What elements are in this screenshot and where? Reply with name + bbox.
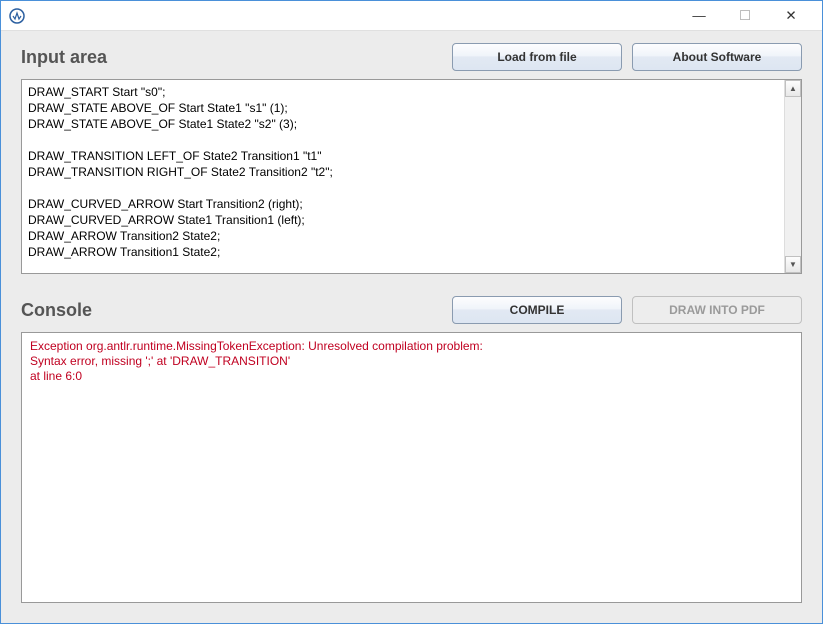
maximize-button[interactable]: ☐ [722,1,768,31]
input-textarea-wrapper: ▲ ▼ [21,79,802,274]
console-title: Console [21,300,452,321]
input-scrollbar[interactable]: ▲ ▼ [784,80,801,273]
input-header: Input area Load from file About Software [21,43,802,71]
console-header: Console COMPILE DRAW INTO PDF [21,296,802,324]
close-icon: ✕ [785,8,796,24]
minimize-button[interactable]: — [676,1,722,31]
app-icon [9,8,25,24]
compile-button[interactable]: COMPILE [452,296,622,324]
input-header-buttons: Load from file About Software [452,43,802,71]
code-input[interactable] [22,80,784,273]
scroll-up-icon[interactable]: ▲ [785,80,801,97]
minimize-icon: — [692,8,705,23]
draw-into-pdf-button[interactable]: DRAW INTO PDF [632,296,802,324]
input-title: Input area [21,47,452,68]
app-window: — ☐ ✕ Input area Load from file About So… [0,0,823,624]
load-from-file-button[interactable]: Load from file [452,43,622,71]
console-output: Exception org.antlr.runtime.MissingToken… [30,339,793,384]
console-output-wrapper: Exception org.antlr.runtime.MissingToken… [21,332,802,603]
scroll-down-icon[interactable]: ▼ [785,256,801,273]
scroll-track[interactable] [785,97,801,256]
content-area: Input area Load from file About Software… [1,31,822,623]
titlebar: — ☐ ✕ [1,1,822,31]
console-header-buttons: COMPILE DRAW INTO PDF [452,296,802,324]
maximize-icon: ☐ [739,8,751,24]
window-controls: — ☐ ✕ [676,1,814,31]
about-software-button[interactable]: About Software [632,43,802,71]
close-button[interactable]: ✕ [768,1,814,31]
